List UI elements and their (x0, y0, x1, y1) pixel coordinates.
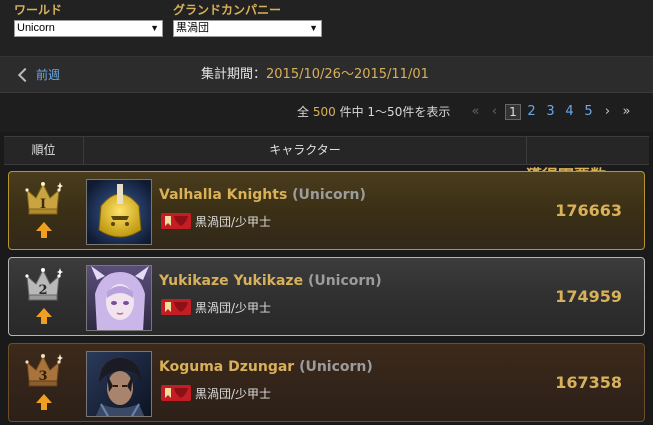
page-5-button[interactable]: 5 (579, 103, 598, 121)
rank-numeral: 3 (38, 369, 47, 384)
page-2-button[interactable]: 2 (522, 103, 541, 121)
rank-numeral: I (40, 197, 46, 212)
vote-count: 167358 (555, 373, 622, 392)
ranking-row-1[interactable]: I Valhalla Knights (Unicorn) 黒渦団/少甲士 176… (8, 171, 645, 250)
character-server: (Unicorn) (299, 359, 373, 375)
page-4-button[interactable]: 4 (560, 103, 579, 121)
character-column-header: キャラクター (84, 137, 527, 164)
filter-bar: ワールド Unicorn ▼ グランドカンパニー 黒渦団 ▼ (0, 0, 653, 57)
arrow-up-icon (36, 308, 52, 324)
pagination: « ‹ 1 2 3 4 5 › » (466, 103, 636, 121)
maelstrom-emblem-icon (161, 385, 191, 401)
crown-icon: 3 (25, 354, 63, 387)
gc-rank-text: 黒渦団/少甲士 (195, 214, 272, 229)
total-count: 500 (312, 105, 336, 119)
period-bar: 前週 集計期間：2015/10/26〜2015/11/01 (0, 57, 653, 93)
character-name[interactable]: Yukikaze Yukikaze (Unicorn) (159, 272, 382, 290)
last-page-button[interactable]: » (617, 103, 636, 121)
world-select[interactable]: Unicorn ▼ (14, 20, 163, 37)
grand-company-select[interactable]: 黒渦団 ▼ (173, 20, 322, 37)
period-value: 2015/10/26〜2015/11/01 (266, 67, 429, 82)
world-filter: ワールド Unicorn ▼ (14, 3, 163, 37)
arrow-up-icon (36, 394, 52, 410)
prev-page-button[interactable]: ‹ (485, 103, 504, 121)
page-3-button[interactable]: 3 (541, 103, 560, 121)
character-name-text: Koguma Dzungar (159, 359, 295, 375)
ranking-table-header: 順位 キャラクター 獲得軍票数 (4, 136, 649, 185)
grand-company-filter: グランドカンパニー 黒渦団 ▼ (173, 3, 322, 37)
vote-count: 176663 (555, 201, 622, 220)
first-page-button[interactable]: « (466, 103, 485, 121)
character-avatar (86, 351, 152, 417)
period-label: 集計期間： (201, 67, 267, 82)
chevron-left-icon (17, 67, 33, 83)
summary-range: 1〜50件を表示 (367, 105, 451, 119)
period-range: 集計期間：2015/10/26〜2015/11/01 (201, 66, 429, 84)
gc-rank-line: 黒渦団/少甲士 (161, 384, 271, 402)
next-page-button[interactable]: › (598, 103, 617, 121)
gc-rank-line: 黒渦団/少甲士 (161, 212, 271, 230)
gc-rank-line: 黒渦団/少甲士 (161, 298, 271, 316)
character-avatar (86, 179, 152, 245)
character-avatar (86, 265, 152, 331)
ranking-row-2[interactable]: 2 Yukikaze Yukikaze (Unicorn) 黒渦団/少甲士 17… (8, 257, 645, 336)
ranking-row-3[interactable]: 3 Koguma Dzungar (Unicorn) 黒渦団/少甲士 16735… (8, 343, 645, 422)
arrow-up-icon (36, 222, 52, 238)
character-name-text: Yukikaze Yukikaze (159, 273, 304, 289)
rank-cell: 3 (21, 350, 67, 416)
maelstrom-emblem-icon (161, 213, 191, 229)
rank-numeral: 2 (38, 283, 47, 298)
gc-rank-text: 黒渦団/少甲士 (195, 386, 272, 401)
gc-rank-text: 黒渦団/少甲士 (195, 300, 272, 315)
world-filter-label: ワールド (14, 3, 63, 17)
vote-count: 174959 (555, 287, 622, 306)
result-summary: 全 500 件中 1〜50件を表示 (297, 104, 450, 120)
character-server: (Unicorn) (292, 187, 366, 203)
character-server: (Unicorn) (307, 273, 382, 289)
rank-cell: I (21, 178, 67, 244)
character-name-text: Valhalla Knights (159, 187, 288, 203)
grand-company-filter-label: グランドカンパニー (173, 3, 282, 17)
triangle-down-icon: ▼ (309, 23, 318, 33)
grand-company-select-value: 黒渦団 (176, 22, 209, 34)
summary-mid: 件中 (339, 105, 364, 119)
world-select-value: Unicorn (17, 22, 55, 34)
triangle-down-icon: ▼ (150, 23, 159, 33)
pagination-bar: 全 500 件中 1〜50件を表示 « ‹ 1 2 3 4 5 › » (0, 93, 653, 132)
page-1-button[interactable]: 1 (505, 104, 521, 120)
character-name[interactable]: Koguma Dzungar (Unicorn) (159, 358, 373, 376)
prev-week-link[interactable]: 前週 (17, 66, 61, 84)
rank-cell: 2 (21, 264, 67, 330)
summary-prefix: 全 (297, 105, 310, 119)
prev-week-label: 前週 (36, 68, 61, 82)
crown-icon: 2 (25, 268, 63, 301)
character-name[interactable]: Valhalla Knights (Unicorn) (159, 186, 366, 204)
crown-icon: I (25, 182, 63, 215)
maelstrom-emblem-icon (161, 299, 191, 315)
rank-column-header: 順位 (4, 137, 84, 164)
